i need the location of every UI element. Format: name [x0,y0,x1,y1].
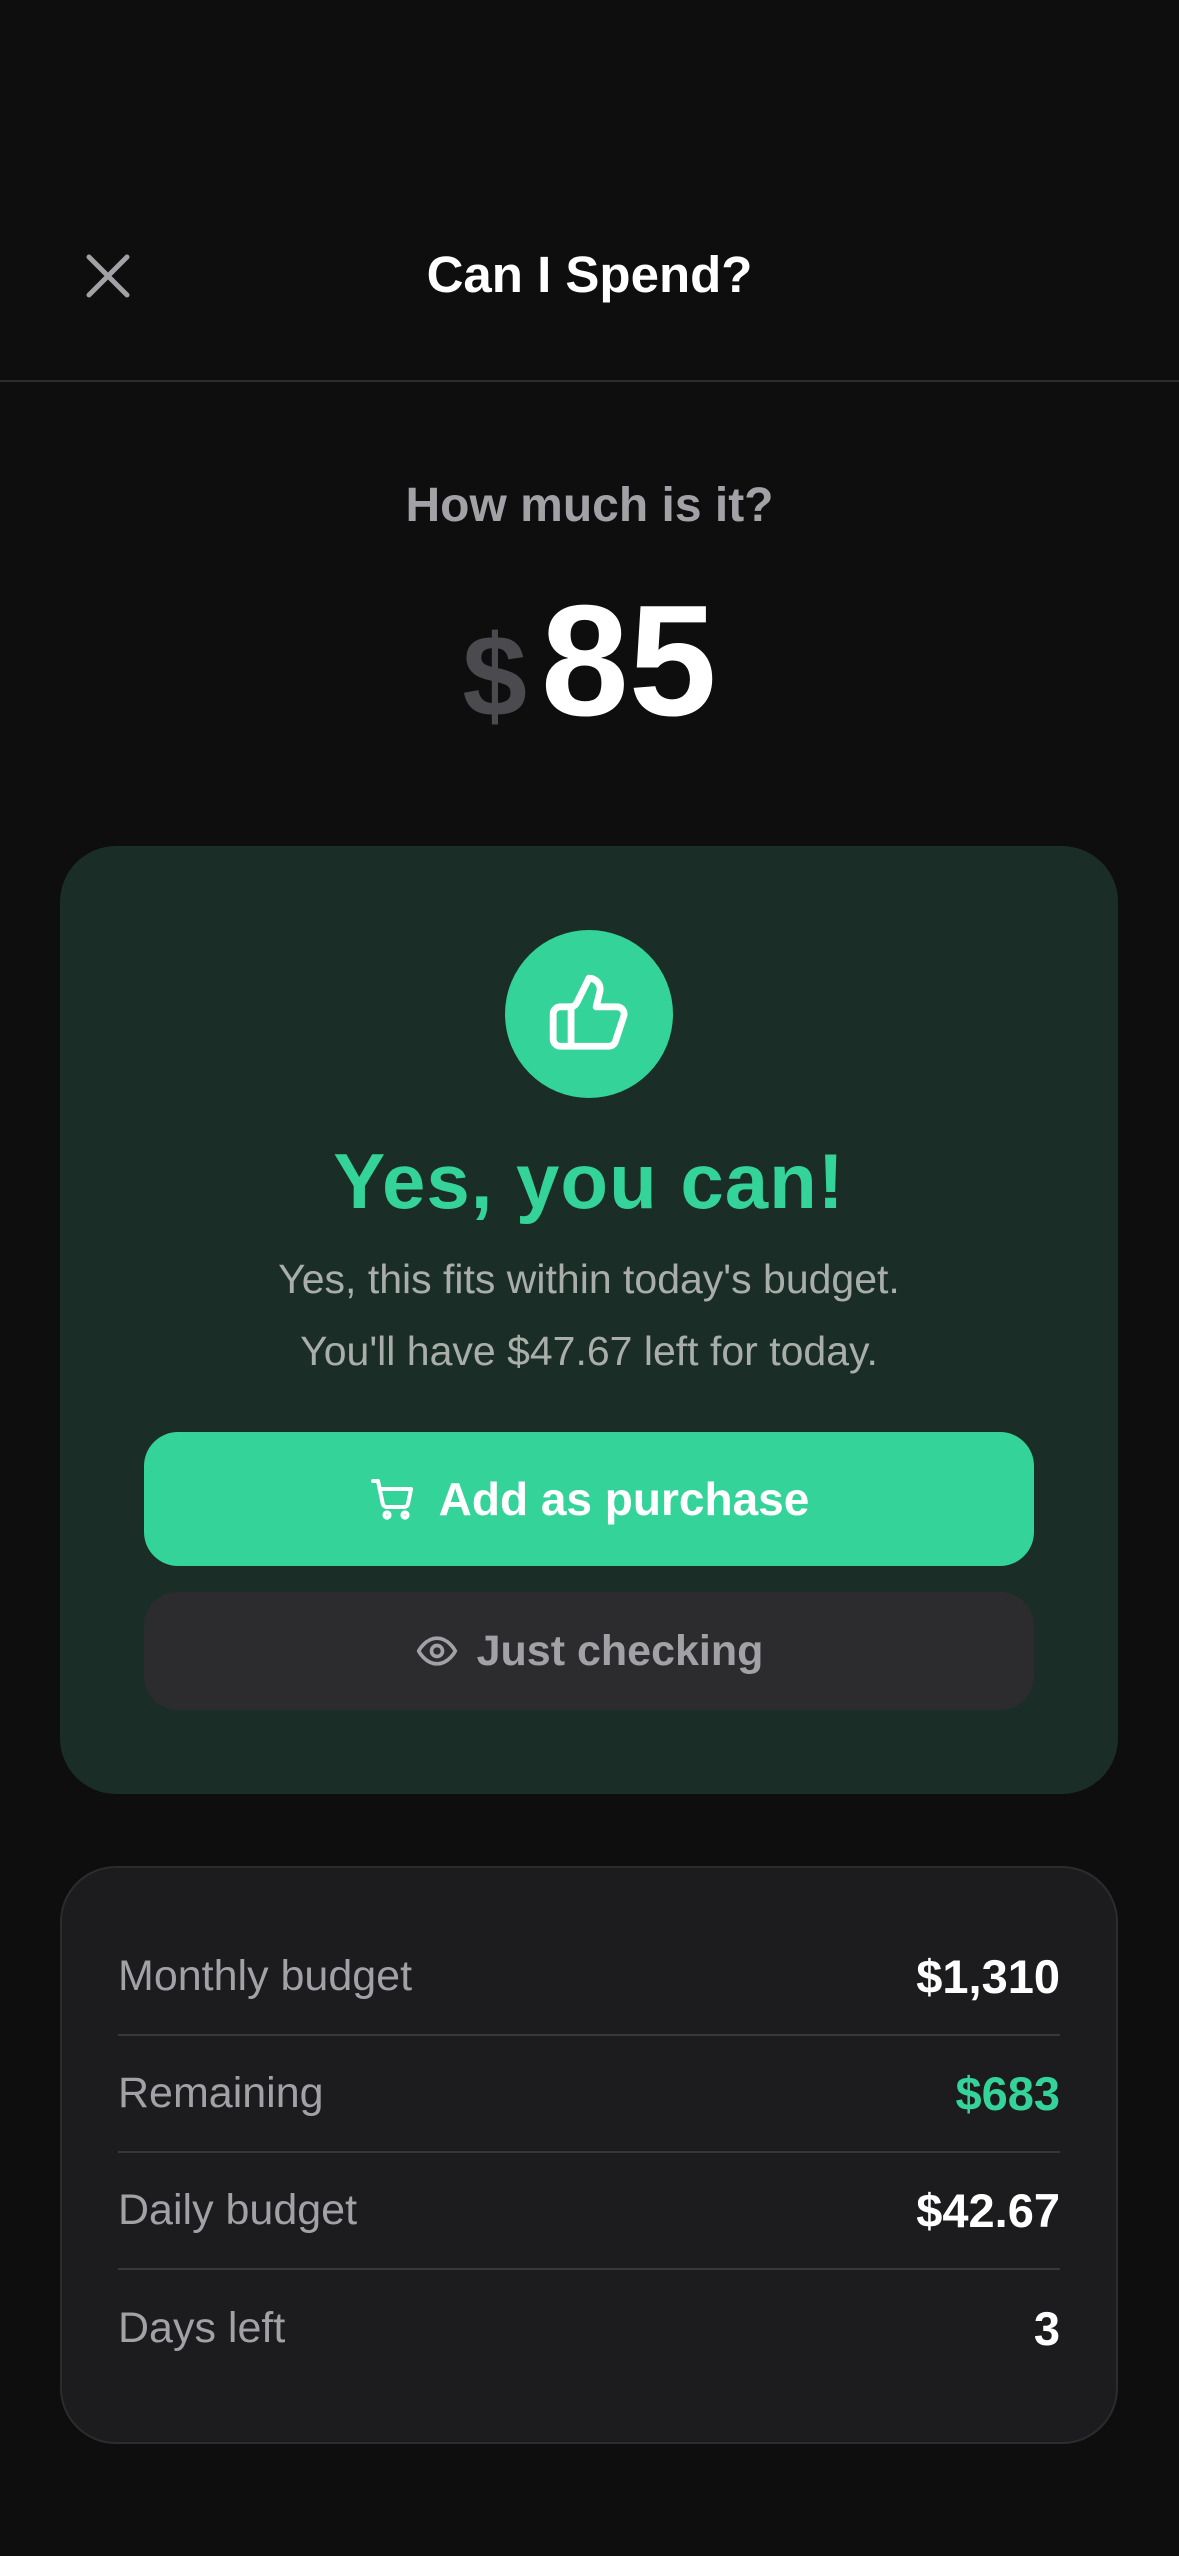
just-checking-button[interactable]: Just checking [144,1592,1034,1710]
cart-icon [370,1479,413,1520]
eye-icon [416,1636,457,1666]
stat-value: 3 [1033,2302,1060,2355]
stat-label: Daily budget [118,2186,358,2234]
stat-row-days-left: Days left 3 [118,2270,1060,2387]
stat-label: Days left [118,2304,286,2352]
result-icon-badge [505,930,673,1098]
amount-prompt: How much is it? [405,479,774,532]
thumbs-up-icon [549,974,628,1050]
result-title: Yes, you can! [333,1137,845,1225]
header: Can I Spend? [0,0,1179,382]
result-message: Yes, this fits within today's budget. [278,1256,900,1302]
amount-input[interactable]: $ 85 [0,570,1179,740]
stat-value: $42.67 [916,2184,1060,2237]
stat-row-remaining: Remaining $683 [118,2036,1060,2153]
stat-row-daily-budget: Daily budget $42.67 [118,2153,1060,2270]
result-card: Yes, you can! Yes, this fits within toda… [60,846,1118,1794]
stat-value: $1,310 [916,1950,1060,2003]
can-i-spend-screen: Can I Spend? How much is it? $ 85 Yes, y… [0,0,1179,2556]
just-checking-label: Just checking [476,1626,764,1675]
page-title: Can I Spend? [426,246,753,303]
budget-summary-card: Monthly budget $1,310 Remaining $683 Dai… [60,1866,1118,2444]
currency-symbol: $ [462,611,527,741]
stat-label: Remaining [118,2069,324,2117]
amount-value[interactable]: 85 [541,582,717,740]
stat-label: Monthly budget [118,1952,413,2000]
result-remaining-message: You'll have $47.67 left for today. [300,1328,878,1374]
add-as-purchase-button[interactable]: Add as purchase [144,1432,1034,1566]
stat-value: $683 [955,2067,1060,2120]
add-as-purchase-label: Add as purchase [438,1473,810,1525]
stat-row-monthly-budget: Monthly budget $1,310 [118,1919,1060,2036]
